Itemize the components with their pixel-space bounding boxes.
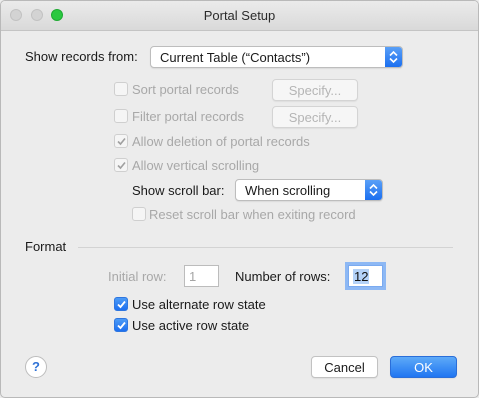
checkmark-icon: [117, 161, 126, 170]
active-row-label: Use active row state: [132, 318, 250, 333]
allow-deletion-label: Allow deletion of portal records: [132, 134, 310, 149]
sort-portal-label: Sort portal records: [132, 82, 239, 97]
format-divider: [78, 247, 453, 248]
show-records-value: Current Table (“Contacts”): [160, 50, 311, 65]
show-scroll-bar-value: When scrolling: [245, 183, 331, 198]
active-row-checkbox[interactable]: [114, 318, 128, 332]
show-records-label: Show records from:: [25, 49, 138, 64]
show-scroll-bar-popup[interactable]: When scrolling: [235, 179, 383, 201]
sort-portal-checkbox[interactable]: [114, 82, 128, 96]
filter-portal-checkbox[interactable]: [114, 109, 128, 123]
initial-row-field[interactable]: 1: [184, 265, 219, 287]
number-of-rows-field[interactable]: 12: [348, 265, 383, 287]
sort-specify-button[interactable]: Specify...: [272, 79, 358, 101]
number-of-rows-value: 12: [353, 269, 370, 284]
reset-scroll-checkbox[interactable]: [132, 207, 146, 221]
filter-portal-label: Filter portal records: [132, 109, 244, 124]
number-of-rows-label: Number of rows:: [235, 269, 331, 284]
allow-scrolling-label: Allow vertical scrolling: [132, 158, 260, 173]
initial-row-value: 1: [189, 269, 197, 284]
allow-deletion-checkbox[interactable]: [114, 134, 128, 148]
allow-scrolling-checkbox[interactable]: [114, 158, 128, 172]
checkmark-icon: [117, 300, 126, 309]
show-scroll-bar-label: Show scroll bar:: [132, 183, 225, 198]
reset-scroll-label: Reset scroll bar when exiting record: [149, 207, 356, 222]
popup-chevron-icon: [365, 180, 382, 200]
show-records-popup[interactable]: Current Table (“Contacts”): [150, 46, 403, 68]
checkmark-icon: [117, 137, 126, 146]
alternate-row-label: Use alternate row state: [132, 297, 266, 312]
filter-specify-button[interactable]: Specify...: [272, 106, 358, 128]
initial-row-label: Initial row:: [108, 269, 167, 284]
portal-setup-dialog: Portal Setup Show records from: Current …: [0, 0, 479, 398]
format-heading: Format: [25, 239, 67, 254]
popup-chevron-icon: [385, 47, 402, 67]
alternate-row-checkbox[interactable]: [114, 297, 128, 311]
checkmark-icon: [117, 321, 126, 330]
window-title: Portal Setup: [203, 8, 276, 23]
ok-button[interactable]: OK: [390, 356, 457, 378]
help-button[interactable]: ?: [25, 356, 47, 378]
cancel-button[interactable]: Cancel: [311, 356, 378, 378]
title-bar: Portal Setup: [1, 1, 478, 31]
